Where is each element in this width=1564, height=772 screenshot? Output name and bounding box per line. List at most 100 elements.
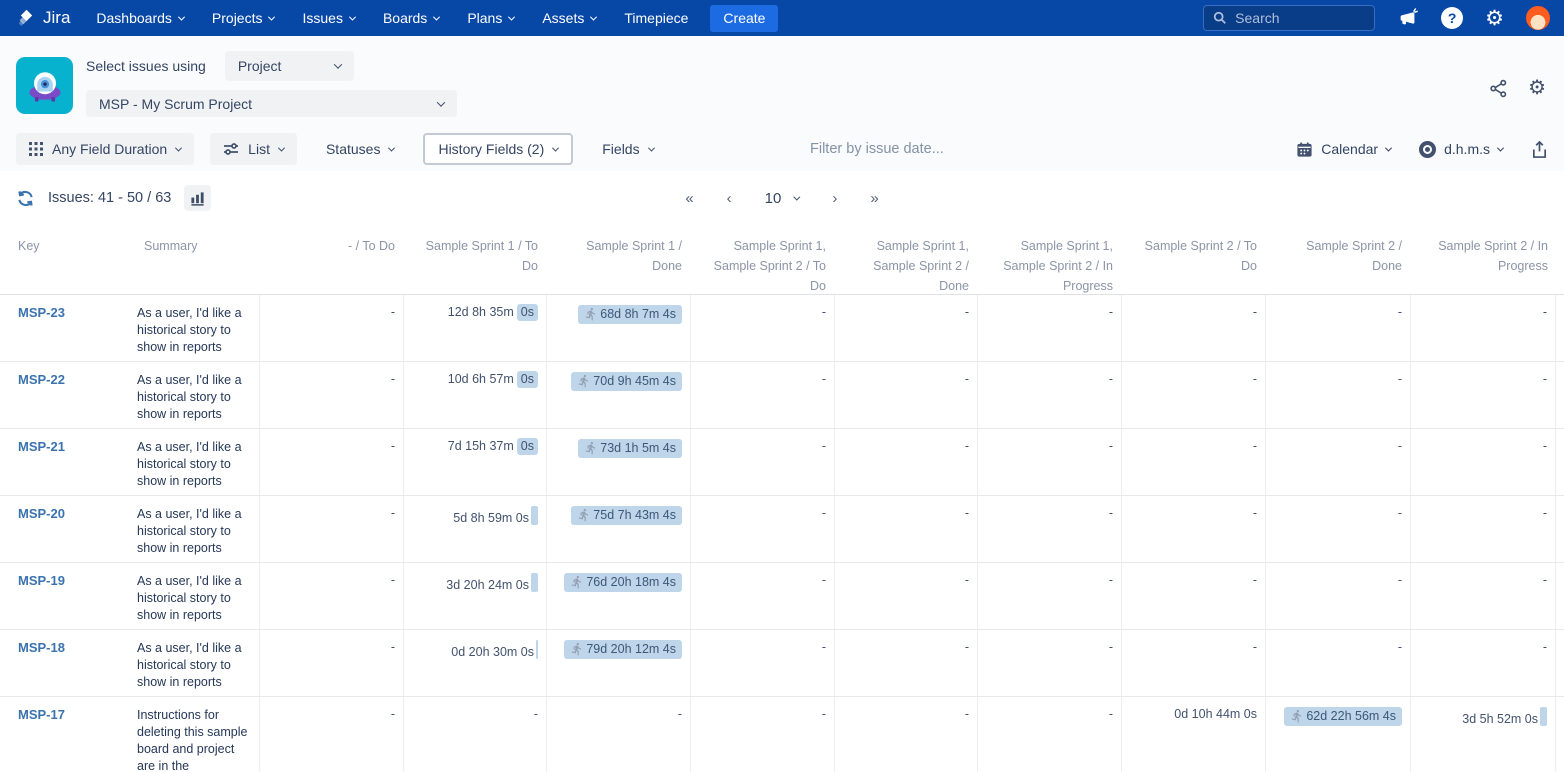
project-value: MSP - My Scrum Project [99, 96, 252, 112]
duration-cell: - [834, 496, 977, 562]
current-status-duration-chip: 76d 20h 18m 4s [564, 573, 682, 592]
column-header: Sample Sprint 1, Sample Sprint 2 / Done [834, 236, 977, 294]
bar-chart-icon [190, 191, 205, 206]
nav-item-boards[interactable]: Boards [383, 10, 439, 26]
ufo-icon [23, 64, 67, 108]
runner-icon [570, 642, 584, 656]
settings-icon[interactable]: ⚙ [1485, 8, 1504, 29]
issue-key-link[interactable]: MSP-17 [18, 707, 65, 722]
chevron-down-icon [552, 144, 559, 151]
chevron-down-icon [388, 144, 395, 151]
duration-cell: - [1410, 362, 1556, 428]
chevron-down-icon [1385, 144, 1392, 151]
duration-cell: - [1265, 429, 1410, 495]
column-header: Sample Sprint 1 / Done [546, 236, 690, 294]
issue-key-cell: MSP-18 [0, 630, 136, 696]
duration-cell: - [690, 563, 834, 629]
chevron-down-icon [1497, 144, 1504, 151]
announcements-icon[interactable] [1397, 7, 1419, 29]
refresh-icon[interactable] [16, 189, 35, 208]
search-input[interactable]: Search [1203, 5, 1375, 31]
nav-item-label: Projects [212, 10, 263, 26]
issue-key-cell: MSP-19 [0, 563, 136, 629]
last-page-button[interactable]: » [870, 190, 878, 207]
table-row: MSP-21 As a user, I'd like a historical s… [0, 429, 1564, 496]
chart-view-button[interactable] [184, 185, 211, 211]
calendar-button[interactable]: Calendar [1296, 141, 1391, 158]
duration-cell: - [977, 496, 1121, 562]
duration-cell: - [1410, 429, 1556, 495]
calendar-icon [1296, 141, 1313, 158]
nav-item-label: Boards [383, 10, 427, 26]
chevron-down-icon [433, 13, 440, 20]
nav-item-label: Dashboards [96, 10, 172, 26]
help-icon[interactable]: ? [1441, 7, 1463, 29]
nav-item-projects[interactable]: Projects [212, 10, 275, 26]
toolbar: Any Field Duration List Statuses History… [0, 127, 1564, 171]
current-status-duration-chip: 70d 9h 45m 4s [571, 372, 682, 391]
duration-cell: - [977, 697, 1121, 772]
duration-value: 70d 9h 45m 4s [593, 374, 676, 388]
duration-highlight: 0s [517, 304, 538, 321]
issue-summary: As a user, I'd like a historical story t… [136, 429, 259, 495]
nav-item-plans[interactable]: Plans [467, 10, 514, 26]
nav-item-label: Plans [467, 10, 502, 26]
table-body: MSP-23 As a user, I'd like a historical s… [0, 295, 1564, 772]
issue-key-link[interactable]: MSP-18 [18, 640, 65, 655]
create-button[interactable]: Create [710, 5, 778, 32]
user-avatar[interactable] [1526, 6, 1550, 30]
issue-date-filter-input[interactable]: Filter by issue date... [810, 141, 944, 157]
issue-key-link[interactable]: MSP-23 [18, 305, 65, 320]
brand-label: Jira [43, 8, 70, 28]
duration-cell: 7d 15h 37m0s [403, 429, 546, 495]
table-row: MSP-18 As a user, I'd like a historical s… [0, 630, 1564, 697]
nav-item-assets[interactable]: Assets [542, 10, 596, 26]
duration-value: 7d 15h 37m [448, 439, 514, 453]
share-icon[interactable] [1489, 79, 1508, 98]
report-type-button[interactable]: Any Field Duration [16, 133, 194, 165]
issue-key-link[interactable]: MSP-19 [18, 573, 65, 588]
duration-cell: - [546, 697, 690, 772]
issue-key-link[interactable]: MSP-22 [18, 372, 65, 387]
export-icon[interactable] [1531, 140, 1548, 159]
duration-cell: 70d 9h 45m 4s [546, 362, 690, 428]
view-mode-button[interactable]: List [210, 133, 297, 165]
duration-cell: - [403, 697, 546, 772]
issue-key-link[interactable]: MSP-20 [18, 506, 65, 521]
report-header: Select issues using Project MSP - My Scr… [0, 36, 1564, 127]
time-format-button[interactable]: d.h.m.s [1419, 141, 1503, 158]
duration-value: 68d 8h 7m 4s [600, 307, 676, 321]
next-page-button[interactable]: › [832, 190, 837, 207]
table-row: MSP-22As a user, I'd like a historical s… [0, 362, 1564, 429]
issue-source-select[interactable]: Project [225, 51, 354, 81]
issue-source-value: Project [238, 58, 282, 74]
nav-item-issues[interactable]: Issues [302, 10, 354, 26]
duration-value: 76d 20h 18m 4s [586, 575, 676, 589]
duration-cell: - [1121, 563, 1265, 629]
prev-page-button[interactable]: ‹ [727, 190, 732, 207]
fields-button[interactable]: Fields [589, 133, 666, 165]
duration-cell: 0d 20h 30m 0s [403, 630, 546, 696]
first-page-button[interactable]: « [685, 190, 693, 207]
column-header: Summary [136, 236, 259, 294]
project-select[interactable]: MSP - My Scrum Project [86, 90, 457, 117]
duration-cell: - [1265, 496, 1410, 562]
duration-cell: - [259, 630, 403, 696]
duration-highlight [1540, 707, 1547, 726]
nav-item-timepiece[interactable]: Timepiece [624, 10, 688, 26]
statuses-button[interactable]: Statuses [313, 133, 407, 165]
column-header: Sample Sprint 1, Sample Sprint 2 / In Pr… [977, 236, 1121, 294]
duration-cell: 3d 20h 24m 0s [403, 563, 546, 629]
duration-cell: - [834, 630, 977, 696]
report-settings-icon[interactable]: ⚙ [1528, 78, 1546, 98]
duration-cell: - [834, 429, 977, 495]
issue-summary: As a user, I'd like a historical story t… [136, 630, 259, 696]
duration-cell: - [977, 429, 1121, 495]
jira-logo[interactable]: Jira [16, 8, 70, 29]
issue-key-link[interactable]: MSP-21 [18, 439, 65, 454]
page-size-select[interactable]: 10 [765, 190, 800, 207]
nav-item-dashboards[interactable]: Dashboards [96, 10, 184, 26]
history-fields-button[interactable]: History Fields (2) [423, 133, 573, 165]
runner-icon [584, 307, 598, 321]
duration-value: 0d 20h 30m 0s [451, 645, 534, 659]
